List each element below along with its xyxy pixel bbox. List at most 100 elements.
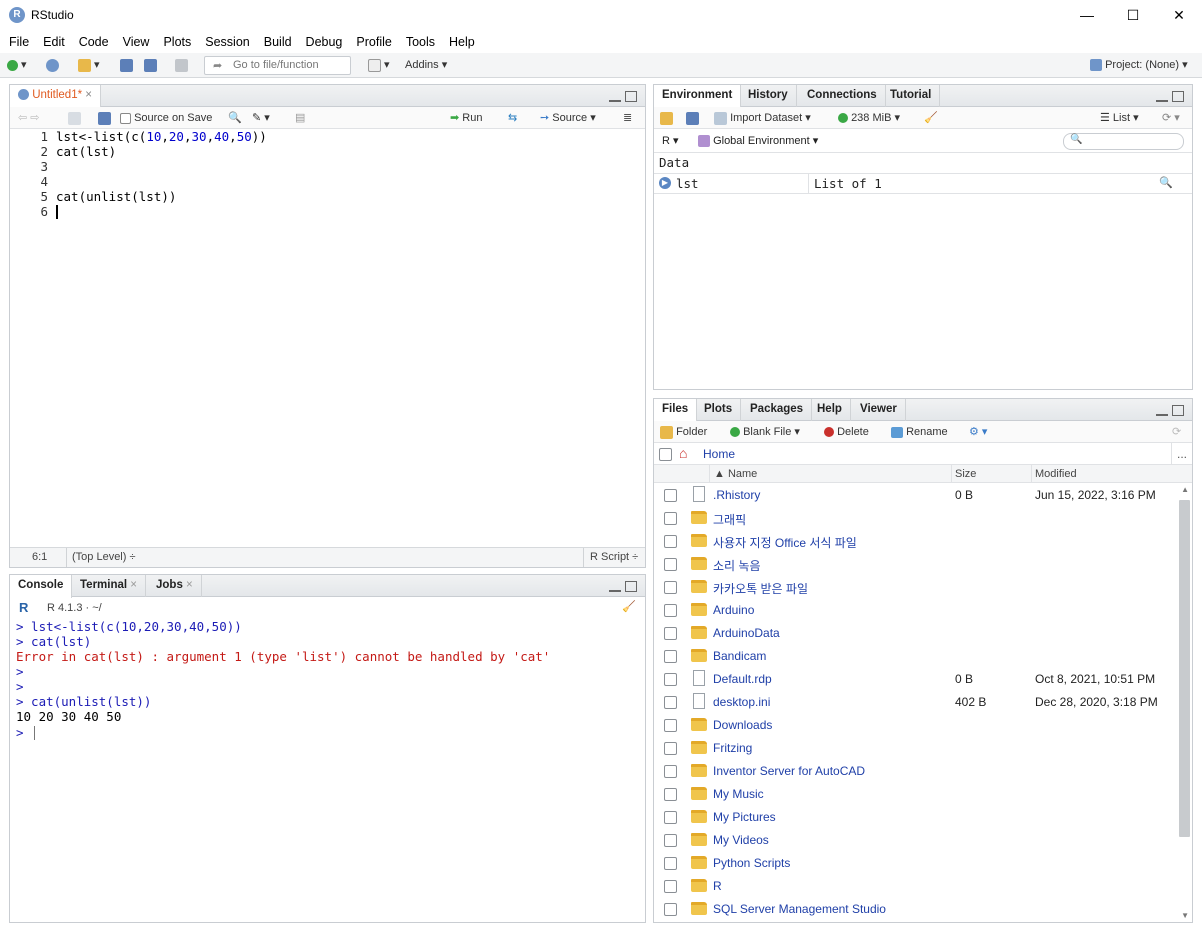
file-checkbox[interactable] xyxy=(664,673,677,686)
view-data-icon[interactable]: 🔍 xyxy=(1159,176,1173,189)
compile-report-icon[interactable]: ▤ xyxy=(295,110,305,126)
editor-save-icon[interactable] xyxy=(98,110,111,126)
menu-file[interactable]: File xyxy=(0,31,36,53)
file-name[interactable]: 카카오톡 받은 파일 xyxy=(713,580,808,597)
pane-layout-icon[interactable]: ▾ xyxy=(368,57,390,74)
file-name[interactable]: My Pictures xyxy=(713,810,776,824)
project-menu[interactable]: Project: (None) ▾ xyxy=(1090,57,1188,74)
pane-controls[interactable] xyxy=(605,91,637,102)
tab-viewer[interactable]: Viewer xyxy=(852,399,906,421)
file-checkbox[interactable] xyxy=(664,604,677,617)
more-path-button[interactable]: ... xyxy=(1177,447,1187,461)
file-checkbox[interactable] xyxy=(664,581,677,594)
source-button[interactable]: ➙ Source ▾ xyxy=(540,110,596,126)
goto-file-input[interactable]: Go to file/function xyxy=(204,56,351,75)
load-workspace-icon[interactable] xyxy=(660,110,673,126)
file-name[interactable]: Bandicam xyxy=(713,649,766,663)
file-row[interactable]: Arduino xyxy=(654,599,1176,622)
file-row[interactable]: Fritzing xyxy=(654,737,1176,760)
file-name[interactable]: Default.rdp xyxy=(713,672,772,686)
source-on-save-checkbox[interactable]: Source on Save xyxy=(120,110,212,126)
tab-files[interactable]: Files xyxy=(654,399,698,422)
tab-help[interactable]: Help xyxy=(809,399,851,421)
menu-session[interactable]: Session xyxy=(198,31,256,53)
tab-terminal[interactable]: Terminal × xyxy=(72,575,146,597)
file-name[interactable]: R xyxy=(713,879,722,893)
refresh-icon[interactable]: ⟳ ▾ xyxy=(1162,110,1180,126)
file-name[interactable]: desktop.ini xyxy=(713,695,770,709)
file-checkbox[interactable] xyxy=(664,834,677,847)
file-checkbox[interactable] xyxy=(664,788,677,801)
file-checkbox[interactable] xyxy=(664,719,677,732)
console-output[interactable]: > lst<-list(c(10,20,30,40,50)) > cat(lst… xyxy=(10,617,645,922)
file-name[interactable]: 사용자 지정 Office 서식 파일 xyxy=(713,534,857,551)
language-dropdown[interactable]: R ▾ xyxy=(662,134,679,147)
file-checkbox[interactable] xyxy=(664,627,677,640)
code-tools-icon[interactable]: ✎ ▾ xyxy=(252,110,270,126)
maximize-button[interactable]: ☐ xyxy=(1110,0,1156,31)
file-name[interactable]: Python Scripts xyxy=(713,856,790,870)
file-row[interactable]: Bandicam xyxy=(654,645,1176,668)
tab-console[interactable]: Console xyxy=(10,575,73,598)
find-icon[interactable]: 🔍 xyxy=(228,110,242,126)
open-file-icon[interactable]: ▾ xyxy=(78,57,100,74)
save-workspace-icon[interactable] xyxy=(686,110,699,126)
show-in-window-icon[interactable] xyxy=(68,110,81,126)
col-modified-header[interactable]: Modified xyxy=(1035,468,1077,480)
file-checkbox[interactable] xyxy=(664,903,677,916)
code-editor[interactable]: lst<-list(c(10,20,30,40,50)) cat(lst) ca… xyxy=(10,129,645,545)
file-checkbox[interactable] xyxy=(664,811,677,824)
delete-button[interactable]: Delete xyxy=(824,424,869,440)
save-icon[interactable] xyxy=(120,57,133,74)
view-mode-dropdown[interactable]: ☰ List ▾ xyxy=(1100,110,1139,126)
scope-selector[interactable]: (Top Level) ÷ xyxy=(72,551,136,563)
file-checkbox[interactable] xyxy=(664,742,677,755)
expand-icon[interactable]: ▶ xyxy=(659,177,671,189)
file-name[interactable]: 소리 녹음 xyxy=(713,557,761,574)
file-type-selector[interactable]: R Script ÷ xyxy=(590,551,638,563)
rename-button[interactable]: Rename xyxy=(891,424,948,440)
clear-workspace-icon[interactable]: 🧹 xyxy=(924,110,938,126)
file-name[interactable]: .Rhistory xyxy=(713,488,760,502)
clear-console-icon[interactable]: 🧹 xyxy=(622,600,636,613)
file-row[interactable]: My Videos xyxy=(654,829,1176,852)
breadcrumb-home[interactable]: Home xyxy=(703,447,735,461)
file-row[interactable]: 그래픽 xyxy=(654,507,1176,530)
file-name[interactable]: Inventor Server for AutoCAD xyxy=(713,764,865,778)
tab-untitled1[interactable]: Untitled1* × xyxy=(10,85,101,108)
tab-history[interactable]: History xyxy=(740,85,797,107)
file-row[interactable]: My Music xyxy=(654,783,1176,806)
menu-edit[interactable]: Edit xyxy=(36,31,72,53)
file-row[interactable]: R xyxy=(654,875,1176,898)
file-row[interactable]: .Rhistory 0 B Jun 15, 2022, 3:16 PM xyxy=(654,484,1176,507)
file-checkbox[interactable] xyxy=(664,558,677,571)
menu-build[interactable]: Build xyxy=(257,31,299,53)
file-checkbox[interactable] xyxy=(664,489,677,502)
more-gear-icon[interactable]: ⚙ ▾ xyxy=(969,424,987,440)
file-checkbox[interactable] xyxy=(664,880,677,893)
minimize-button[interactable]: — xyxy=(1064,0,1110,31)
tab-packages[interactable]: Packages xyxy=(742,399,813,421)
file-row[interactable]: My Pictures xyxy=(654,806,1176,829)
file-checkbox[interactable] xyxy=(664,535,677,548)
file-row[interactable]: 카카오톡 받은 파일 xyxy=(654,576,1176,599)
file-name[interactable]: Fritzing xyxy=(713,741,752,755)
file-checkbox[interactable] xyxy=(664,857,677,870)
scroll-up-icon[interactable]: ▲ xyxy=(1181,485,1189,494)
new-folder-button[interactable]: Folder xyxy=(660,424,707,440)
pane-controls[interactable] xyxy=(1152,405,1184,416)
file-checkbox[interactable] xyxy=(664,765,677,778)
file-name[interactable]: ArduinoData xyxy=(713,626,780,640)
tab-tutorial[interactable]: Tutorial xyxy=(882,85,941,107)
new-project-icon[interactable] xyxy=(46,57,59,74)
file-row[interactable]: Python Scripts xyxy=(654,852,1176,875)
home-icon[interactable]: ⌂ xyxy=(679,445,687,461)
select-all-checkbox[interactable] xyxy=(659,448,672,461)
menu-help[interactable]: Help xyxy=(442,31,482,53)
file-name[interactable]: Arduino xyxy=(713,603,754,617)
pane-controls[interactable] xyxy=(605,581,637,592)
tab-jobs[interactable]: Jobs × xyxy=(148,575,202,597)
file-row[interactable]: ArduinoData xyxy=(654,622,1176,645)
file-row[interactable]: Default.rdp 0 B Oct 8, 2021, 10:51 PM xyxy=(654,668,1176,691)
menu-plots[interactable]: Plots xyxy=(156,31,198,53)
